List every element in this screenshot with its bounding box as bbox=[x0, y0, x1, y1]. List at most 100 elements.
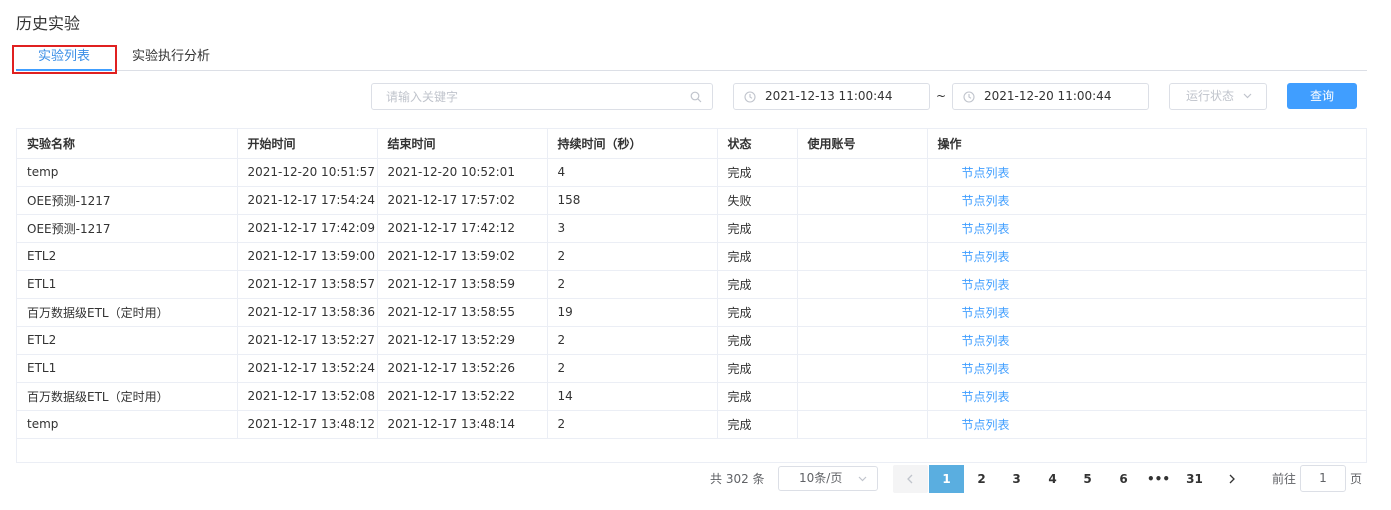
chevron-left-icon bbox=[907, 474, 913, 484]
start-date-picker[interactable]: 2021-12-13 11:00:44 bbox=[733, 83, 930, 110]
table-row: 百万数据级ETL（定时用） 2021-12-17 13:52:08 2021-12-… bbox=[17, 382, 1366, 411]
page-number-31[interactable]: 31 bbox=[1177, 465, 1212, 493]
page-number-2[interactable]: 2 bbox=[964, 465, 999, 493]
search-box[interactable] bbox=[371, 83, 713, 110]
start-time-cell: 2021-12-17 13:59:00 bbox=[237, 242, 378, 271]
page-number-1[interactable]: 1 bbox=[929, 465, 964, 493]
next-page-button[interactable] bbox=[1218, 465, 1248, 493]
experiment-name-cell: OEE预测-1217 bbox=[17, 214, 238, 243]
tab-active-indicator bbox=[16, 69, 112, 71]
duration-cell: 2 bbox=[547, 270, 718, 299]
experiment-name-cell: 百万数据级ETL（定时用） bbox=[17, 298, 238, 327]
tab-label: 实验执行分析 bbox=[132, 49, 211, 64]
duration-cell: 3 bbox=[547, 214, 718, 243]
node-list-link[interactable]: 节点列表 bbox=[962, 222, 1010, 236]
clock-icon bbox=[963, 91, 975, 103]
column-header-name: 实验名称 bbox=[17, 129, 238, 159]
account-cell bbox=[797, 242, 928, 271]
query-button[interactable]: 查询 bbox=[1287, 83, 1357, 109]
tab-label: 实验列表 bbox=[37, 49, 90, 64]
duration-cell: 4 bbox=[547, 158, 718, 187]
end-time-cell: 2021-12-20 10:52:01 bbox=[377, 158, 548, 187]
run-status-placeholder: 运行状态 bbox=[1186, 89, 1235, 103]
page-unit-label: 页 bbox=[1350, 472, 1363, 486]
column-header-account: 使用账号 bbox=[797, 129, 928, 159]
page-number-3[interactable]: 3 bbox=[999, 465, 1034, 493]
page-size-select[interactable]: 10条/页 bbox=[778, 466, 878, 491]
account-cell bbox=[797, 354, 928, 383]
page-number-6[interactable]: 6 bbox=[1106, 465, 1141, 493]
prev-page-button[interactable] bbox=[893, 465, 928, 493]
start-time-cell: 2021-12-17 13:52:08 bbox=[237, 382, 378, 411]
actions-cell: 节点列表 bbox=[927, 382, 1366, 411]
page-number-5[interactable]: 5 bbox=[1070, 465, 1105, 493]
start-time-cell: 2021-12-17 13:58:57 bbox=[237, 270, 378, 299]
duration-cell: 2 bbox=[547, 326, 718, 355]
actions-cell: 节点列表 bbox=[927, 214, 1366, 243]
end-time-cell: 2021-12-17 13:48:14 bbox=[377, 410, 548, 439]
chevron-down-icon bbox=[858, 476, 867, 482]
actions-cell: 节点列表 bbox=[927, 298, 1366, 327]
column-header-status: 状态 bbox=[717, 129, 798, 159]
search-icon[interactable] bbox=[690, 91, 702, 103]
status-cell: 完成 bbox=[717, 298, 798, 327]
status-cell: 完成 bbox=[717, 382, 798, 411]
duration-cell: 158 bbox=[547, 186, 718, 215]
page-number-4[interactable]: 4 bbox=[1035, 465, 1070, 493]
node-list-link[interactable]: 节点列表 bbox=[962, 362, 1010, 376]
start-time-cell: 2021-12-17 17:42:09 bbox=[237, 214, 378, 243]
search-input[interactable] bbox=[386, 84, 686, 109]
end-time-cell: 2021-12-17 17:42:12 bbox=[377, 214, 548, 243]
node-list-link[interactable]: 节点列表 bbox=[962, 306, 1010, 320]
experiment-name-cell: ETL1 bbox=[17, 354, 238, 383]
end-time-cell: 2021-12-17 13:52:26 bbox=[377, 354, 548, 383]
experiment-name-cell: ETL2 bbox=[17, 326, 238, 355]
actions-cell: 节点列表 bbox=[927, 186, 1366, 215]
status-cell: 完成 bbox=[717, 270, 798, 299]
experiment-name-cell: temp bbox=[17, 410, 238, 439]
table-row: temp 2021-12-20 10:51:57 2021-12-20 10:52:… bbox=[17, 158, 1366, 187]
status-cell: 完成 bbox=[717, 410, 798, 439]
actions-cell: 节点列表 bbox=[927, 242, 1366, 271]
table-row: OEE预测-1217 2021-12-17 17:54:24 2021-12-17 … bbox=[17, 186, 1366, 215]
chevron-down-icon bbox=[1243, 93, 1252, 99]
goto-page-input[interactable]: 1 bbox=[1300, 465, 1346, 492]
tab-execution-analysis[interactable]: 实验执行分析 bbox=[132, 44, 210, 70]
table-row: OEE预测-1217 2021-12-17 17:42:09 2021-12-17 … bbox=[17, 214, 1366, 243]
experiment-name-cell: 百万数据级ETL（定时用） bbox=[17, 382, 238, 411]
end-time-cell: 2021-12-17 13:58:55 bbox=[377, 298, 548, 327]
node-list-link[interactable]: 节点列表 bbox=[962, 250, 1010, 264]
end-time-cell: 2021-12-17 13:52:29 bbox=[377, 326, 548, 355]
duration-cell: 2 bbox=[547, 354, 718, 383]
account-cell bbox=[797, 410, 928, 439]
account-cell bbox=[797, 382, 928, 411]
table-row: ETL1 2021-12-17 13:58:57 2021-12-17 13:58:… bbox=[17, 270, 1366, 299]
node-list-link[interactable]: 节点列表 bbox=[962, 278, 1010, 292]
duration-cell: 2 bbox=[547, 242, 718, 271]
total-count: 共 302 条 bbox=[710, 472, 765, 486]
account-cell bbox=[797, 298, 928, 327]
node-list-link[interactable]: 节点列表 bbox=[962, 194, 1010, 208]
experiment-table: 实验名称 开始时间 结束时间 持续时间（秒） 状态 使用账号 操作 temp 20… bbox=[16, 128, 1367, 463]
page-title: 历史实验 bbox=[16, 14, 81, 33]
actions-cell: 节点列表 bbox=[927, 410, 1366, 439]
node-list-link[interactable]: 节点列表 bbox=[962, 334, 1010, 348]
duration-cell: 19 bbox=[547, 298, 718, 327]
duration-cell: 14 bbox=[547, 382, 718, 411]
tab-experiment-list[interactable]: 实验列表 bbox=[16, 44, 112, 71]
end-date-value: 2021-12-20 11:00:44 bbox=[984, 89, 1112, 103]
start-time-cell: 2021-12-17 13:52:24 bbox=[237, 354, 378, 383]
node-list-link[interactable]: 节点列表 bbox=[962, 390, 1010, 404]
page-ellipsis[interactable]: ••• bbox=[1141, 465, 1176, 493]
node-list-link[interactable]: 节点列表 bbox=[962, 166, 1010, 180]
start-date-value: 2021-12-13 11:00:44 bbox=[765, 89, 893, 103]
status-cell: 完成 bbox=[717, 242, 798, 271]
start-time-cell: 2021-12-20 10:51:57 bbox=[237, 158, 378, 187]
end-date-picker[interactable]: 2021-12-20 11:00:44 bbox=[952, 83, 1149, 110]
chevron-right-icon bbox=[1229, 474, 1235, 484]
column-header-actions: 操作 bbox=[927, 129, 1366, 159]
run-status-select[interactable]: 运行状态 bbox=[1169, 83, 1267, 110]
node-list-link[interactable]: 节点列表 bbox=[962, 418, 1010, 432]
account-cell bbox=[797, 158, 928, 187]
actions-cell: 节点列表 bbox=[927, 354, 1366, 383]
